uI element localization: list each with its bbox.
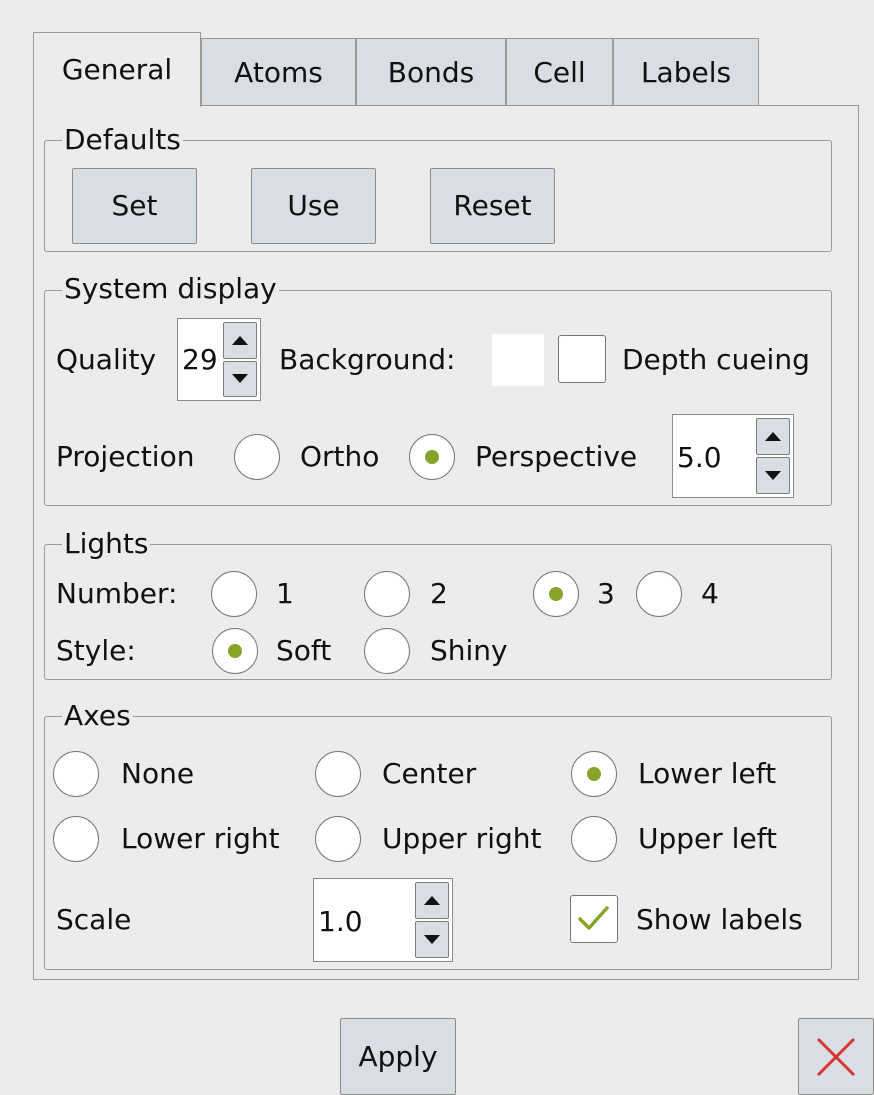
- reset-button[interactable]: Reset: [430, 168, 555, 244]
- ortho-label: Ortho: [300, 440, 380, 473]
- tab-labels[interactable]: Labels: [613, 38, 759, 106]
- axes-center-label: Center: [382, 757, 477, 790]
- perspective-up-button[interactable]: [756, 418, 790, 455]
- axes-center-radio[interactable]: [315, 751, 361, 797]
- quality-label: Quality: [56, 343, 157, 376]
- lights-number-3-label: 3: [597, 577, 615, 610]
- show-labels-checkbox[interactable]: [570, 895, 618, 943]
- radio-selected-dot: [587, 767, 601, 781]
- lights-number-3-radio[interactable]: [533, 571, 579, 617]
- axes-lower-left-label: Lower left: [638, 757, 777, 790]
- style-shiny-radio[interactable]: [364, 628, 410, 674]
- axes-none-label: None: [121, 757, 195, 790]
- radio-selected-dot: [549, 587, 563, 601]
- depth-cueing-checkbox[interactable]: [558, 335, 606, 383]
- arrow-up-icon: [765, 432, 781, 441]
- perspective-spinbox[interactable]: 5.0: [672, 414, 794, 498]
- checkmark-icon: [578, 906, 609, 930]
- lights-number-1-label: 1: [276, 577, 294, 610]
- lights-legend: Lights: [62, 527, 151, 560]
- radio-selected-dot: [425, 450, 439, 464]
- axes-legend: Axes: [62, 699, 133, 732]
- perspective-label: Perspective: [475, 440, 638, 473]
- set-button-label: Set: [111, 189, 158, 222]
- background-color-swatch[interactable]: [492, 334, 544, 386]
- scale-value: 1.0: [318, 905, 363, 938]
- arrow-down-icon: [232, 374, 248, 384]
- use-button-label: Use: [287, 189, 340, 222]
- system-display-legend: System display: [62, 272, 279, 305]
- quality-up-button[interactable]: [223, 322, 257, 359]
- axes-upper-left-label: Upper left: [638, 822, 778, 855]
- style-soft-radio[interactable]: [212, 628, 258, 674]
- close-button[interactable]: [798, 1018, 874, 1095]
- style-label: Style:: [56, 634, 136, 667]
- arrow-up-icon: [424, 896, 440, 905]
- lights-number-1-radio[interactable]: [211, 571, 257, 617]
- tab-general[interactable]: General: [33, 32, 201, 107]
- style-soft-label: Soft: [276, 634, 332, 667]
- lights-number-2-radio[interactable]: [364, 571, 410, 617]
- depth-cueing-label: Depth cueing: [622, 343, 810, 376]
- tab-bonds[interactable]: Bonds: [356, 38, 506, 106]
- axes-lower-right-label: Lower right: [121, 822, 280, 855]
- quality-spinbox[interactable]: 29: [177, 318, 261, 401]
- tab-atoms[interactable]: Atoms: [201, 38, 356, 106]
- tab-cell[interactable]: Cell: [506, 38, 613, 106]
- axes-upper-left-radio[interactable]: [571, 816, 617, 862]
- tab-label: General: [61, 53, 173, 86]
- arrow-down-icon: [765, 471, 781, 480]
- perspective-value: 5.0: [677, 441, 722, 474]
- ortho-radio[interactable]: [234, 434, 280, 480]
- scale-spinbox[interactable]: 1.0: [313, 878, 453, 962]
- scale-up-button[interactable]: [415, 882, 449, 919]
- tab-label: Atoms: [234, 55, 323, 89]
- scale-down-button[interactable]: [415, 921, 449, 958]
- lights-number-4-label: 4: [701, 577, 719, 610]
- set-button[interactable]: Set: [72, 168, 197, 244]
- tab-label: Labels: [640, 55, 732, 89]
- perspective-radio[interactable]: [409, 434, 455, 480]
- axes-none-radio[interactable]: [53, 751, 99, 797]
- quality-value: 29: [182, 343, 218, 376]
- tab-label: Bonds: [387, 55, 475, 89]
- use-button[interactable]: Use: [251, 168, 376, 244]
- apply-button-label: Apply: [358, 1039, 438, 1073]
- reset-button-label: Reset: [453, 189, 532, 222]
- background-label: Background:: [279, 343, 456, 376]
- perspective-down-button[interactable]: [756, 457, 790, 494]
- axes-lower-left-radio[interactable]: [571, 751, 617, 797]
- arrow-up-icon: [232, 335, 248, 345]
- projection-label: Projection: [56, 440, 195, 473]
- axes-lower-right-radio[interactable]: [53, 816, 99, 862]
- lights-number-2-label: 2: [430, 577, 448, 610]
- axes-upper-right-radio[interactable]: [315, 816, 361, 862]
- defaults-legend: Defaults: [62, 123, 183, 156]
- number-label: Number:: [56, 577, 178, 610]
- tab-label: Cell: [533, 55, 586, 89]
- radio-selected-dot: [228, 644, 242, 658]
- close-icon: [816, 1037, 856, 1076]
- quality-down-button[interactable]: [223, 360, 257, 397]
- apply-button[interactable]: Apply: [340, 1018, 456, 1095]
- lights-number-4-radio[interactable]: [636, 571, 682, 617]
- scale-label: Scale: [56, 903, 132, 936]
- arrow-down-icon: [424, 935, 440, 944]
- show-labels-label: Show labels: [636, 903, 803, 936]
- style-shiny-label: Shiny: [430, 634, 508, 667]
- axes-upper-right-label: Upper right: [382, 822, 542, 855]
